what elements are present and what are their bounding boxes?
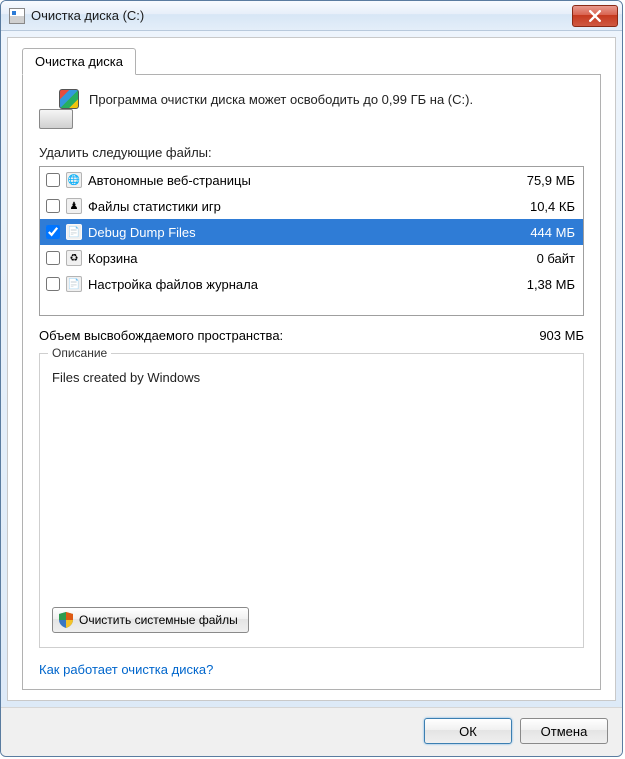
totals-label: Объем высвобождаемого пространства: bbox=[39, 328, 283, 343]
file-icon: 📄 bbox=[66, 224, 82, 240]
file-row-size: 10,4 КБ bbox=[507, 199, 577, 214]
close-icon bbox=[589, 10, 601, 22]
file-row-checkbox[interactable] bbox=[46, 173, 60, 187]
shield-icon bbox=[59, 612, 73, 628]
disk-cleanup-window: Очистка диска (C:) Очистка диска Програм… bbox=[0, 0, 623, 757]
description-text: Files created by Windows bbox=[52, 370, 571, 595]
titlebar[interactable]: Очистка диска (C:) bbox=[1, 1, 622, 31]
file-row-checkbox[interactable] bbox=[46, 277, 60, 291]
file-row-name: Автономные веб-страницы bbox=[88, 173, 501, 188]
file-row-size: 444 МБ bbox=[507, 225, 577, 240]
file-icon: 📄 bbox=[66, 276, 82, 292]
file-list[interactable]: 🌐 Автономные веб-страницы 75,9 МБ ♟ Файлы ст… bbox=[39, 166, 584, 316]
file-row-size: 75,9 МБ bbox=[507, 173, 577, 188]
intro-text: Программа очистки диска может освободить… bbox=[89, 91, 473, 129]
file-row-size: 0 байт bbox=[507, 251, 577, 266]
disk-cleanup-icon bbox=[39, 91, 77, 129]
file-row-checkbox[interactable] bbox=[46, 199, 60, 213]
clean-system-files-button[interactable]: Очистить системные файлы bbox=[52, 607, 249, 633]
chess-icon: ♟ bbox=[66, 198, 82, 214]
totals-value: 903 МБ bbox=[539, 328, 584, 343]
file-row[interactable]: 🌐 Автономные веб-страницы 75,9 МБ bbox=[40, 167, 583, 193]
recycle-icon: ♻ bbox=[66, 250, 82, 266]
cancel-button[interactable]: Отмена bbox=[520, 718, 608, 744]
file-row-checkbox[interactable] bbox=[46, 225, 60, 239]
file-row-name: Настройка файлов журнала bbox=[88, 277, 501, 292]
tab-cleanup[interactable]: Очистка диска bbox=[22, 48, 136, 75]
file-row-name: Файлы статистики игр bbox=[88, 199, 501, 214]
file-row[interactable]: 📄 Настройка файлов журнала 1,38 МБ bbox=[40, 271, 583, 297]
tabstrip: Очистка диска bbox=[22, 48, 601, 75]
totals-row: Объем высвобождаемого пространства: 903 … bbox=[39, 328, 584, 343]
window-title: Очистка диска (C:) bbox=[31, 8, 572, 23]
ok-button[interactable]: ОК bbox=[424, 718, 512, 744]
tabpanel-cleanup: Программа очистки диска может освободить… bbox=[22, 74, 601, 690]
file-row-name: Debug Dump Files bbox=[88, 225, 501, 240]
description-group-title: Описание bbox=[48, 346, 111, 360]
file-row-name: Корзина bbox=[88, 251, 501, 266]
file-list-label: Удалить следующие файлы: bbox=[39, 145, 584, 160]
description-group: Описание Files created by Windows Очисти… bbox=[39, 353, 584, 648]
help-link[interactable]: Как работает очистка диска? bbox=[39, 662, 584, 677]
disk-cleanup-app-icon bbox=[9, 8, 25, 24]
file-row-checkbox[interactable] bbox=[46, 251, 60, 265]
intro-row: Программа очистки диска может освободить… bbox=[39, 91, 584, 129]
file-row[interactable]: 📄 Debug Dump Files 444 МБ bbox=[40, 219, 583, 245]
clean-system-files-label: Очистить системные файлы bbox=[79, 613, 238, 627]
close-button[interactable] bbox=[572, 5, 618, 27]
file-row[interactable]: ♟ Файлы статистики игр 10,4 КБ bbox=[40, 193, 583, 219]
globe-icon: 🌐 bbox=[66, 172, 82, 188]
client-area: Очистка диска Программа очистки диска мо… bbox=[7, 37, 616, 701]
dialog-footer: ОК Отмена bbox=[1, 707, 622, 756]
file-row-size: 1,38 МБ bbox=[507, 277, 577, 292]
file-row[interactable]: ♻ Корзина 0 байт bbox=[40, 245, 583, 271]
